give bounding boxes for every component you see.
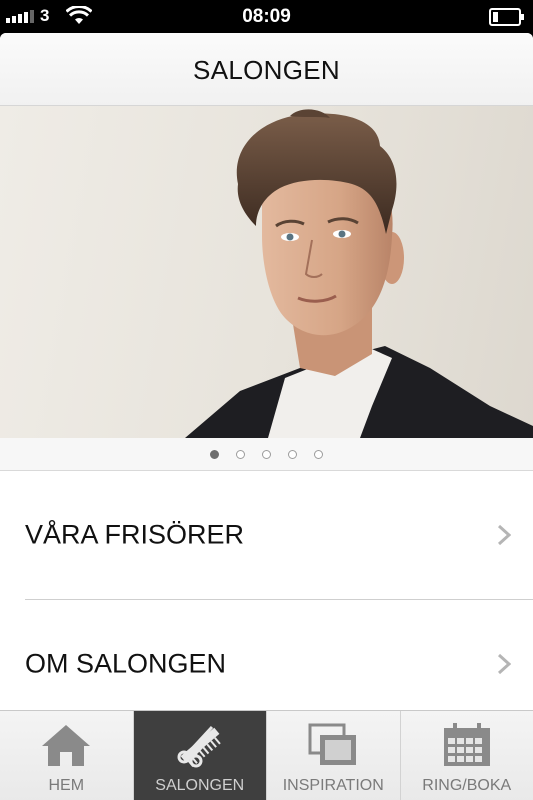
page-dot-1[interactable] [210,449,219,459]
page-title: SALONGEN [193,55,340,85]
tab-label: INSPIRATION [282,777,384,794]
status-time: 08:09 [242,6,291,27]
chevron-right-icon [497,524,511,546]
portrait-photo [185,109,533,438]
page-dot-2[interactable] [236,449,245,459]
tab-label: SALONGEN [155,777,245,794]
app-screen: SALONGEN VÅRA FRISÖRER OM SALONGEN HEM S… [0,33,533,800]
chevron-right-icon [497,653,511,675]
tab-inspiration[interactable]: INSPIRATION [267,711,401,800]
home-icon [42,725,91,766]
scissors-comb-icon [177,725,221,768]
calendar-icon [443,723,490,766]
battery-icon [489,8,524,26]
menu-item-om-salongen[interactable]: OM SALONGEN [0,600,533,728]
page-dot-5[interactable] [314,449,323,459]
page-dot-3[interactable] [262,449,271,459]
tab-bar: HEM SALONGEN INSPIRATION RING/BOKA [0,710,533,800]
tab-label: RING/BOKA [422,777,512,794]
tab-ring-boka[interactable]: RING/BOKA [401,711,533,800]
tab-hem[interactable]: HEM [0,711,134,800]
tab-label: HEM [48,777,85,794]
gallery-icon [308,723,357,765]
page-dot-4[interactable] [288,449,297,459]
navigation-bar: SALONGEN [0,33,533,106]
menu-item-label: VÅRA FRISÖRER [25,519,245,550]
tab-salongen[interactable]: SALONGEN [133,711,267,800]
menu-item-vara-frisorer[interactable]: VÅRA FRISÖRER [0,471,533,599]
status-bar: 3 08:09 [0,0,533,33]
hero-image-carousel[interactable] [0,106,533,438]
menu-item-label: OM SALONGEN [25,648,227,679]
carousel-page-indicator[interactable] [0,438,533,471]
